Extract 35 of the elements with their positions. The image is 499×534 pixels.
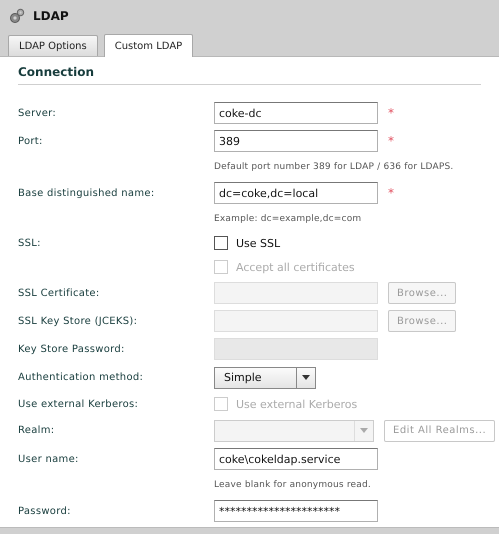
field-label: Port: [18, 136, 44, 146]
text-field[interactable]: 389 [214, 130, 378, 152]
field-label: SSL: [18, 238, 42, 248]
hint-text: Example: dc=example,dc=com [214, 214, 362, 224]
field-label: Server: [18, 108, 58, 118]
field-label: Key Store Password: [18, 344, 126, 354]
caret-icon [302, 375, 310, 380]
checkbox[interactable] [214, 236, 228, 250]
tab[interactable]: LDAP Options [8, 35, 98, 56]
required-mark: * [388, 134, 395, 148]
text-field[interactable]: coke\cokeldap.service [214, 448, 378, 470]
text-field[interactable]: coke-dc [214, 102, 378, 124]
tab[interactable]: Custom LDAP [104, 34, 194, 57]
gears-icon [9, 8, 25, 24]
text-field[interactable]: ********************** [214, 500, 378, 522]
required-mark: * [388, 186, 395, 200]
checkbox-label: Use SSL [236, 236, 280, 250]
required-mark: * [388, 106, 395, 120]
field-label: User name: [18, 454, 80, 464]
field-label: Authentication method: [18, 372, 144, 383]
caret-icon [360, 428, 368, 433]
dropdown[interactable]: Simple [214, 366, 316, 388]
text-field[interactable]: dc=coke,dc=local [214, 182, 378, 204]
field-label: SSL Certificate: [18, 288, 101, 298]
field-label: SSL Key Store (JCEKS): [18, 316, 138, 326]
page-title: LDAP [33, 9, 69, 23]
field-label: Use external Kerberos: [18, 398, 140, 410]
hint-text: Default port number 389 for LDAP / 636 for LDAPS. [214, 162, 454, 172]
hint-text: Leave blank for anonymous read. [214, 480, 372, 490]
field-label: Realm: [18, 425, 56, 436]
field-label: Password: [18, 506, 72, 516]
field-label: Base distinguished name: [18, 188, 156, 198]
checkbox-label: Use external Kerberos [236, 398, 358, 410]
checkbox-label: Accept all certificates [236, 260, 355, 274]
section-heading: Connection [18, 65, 481, 85]
